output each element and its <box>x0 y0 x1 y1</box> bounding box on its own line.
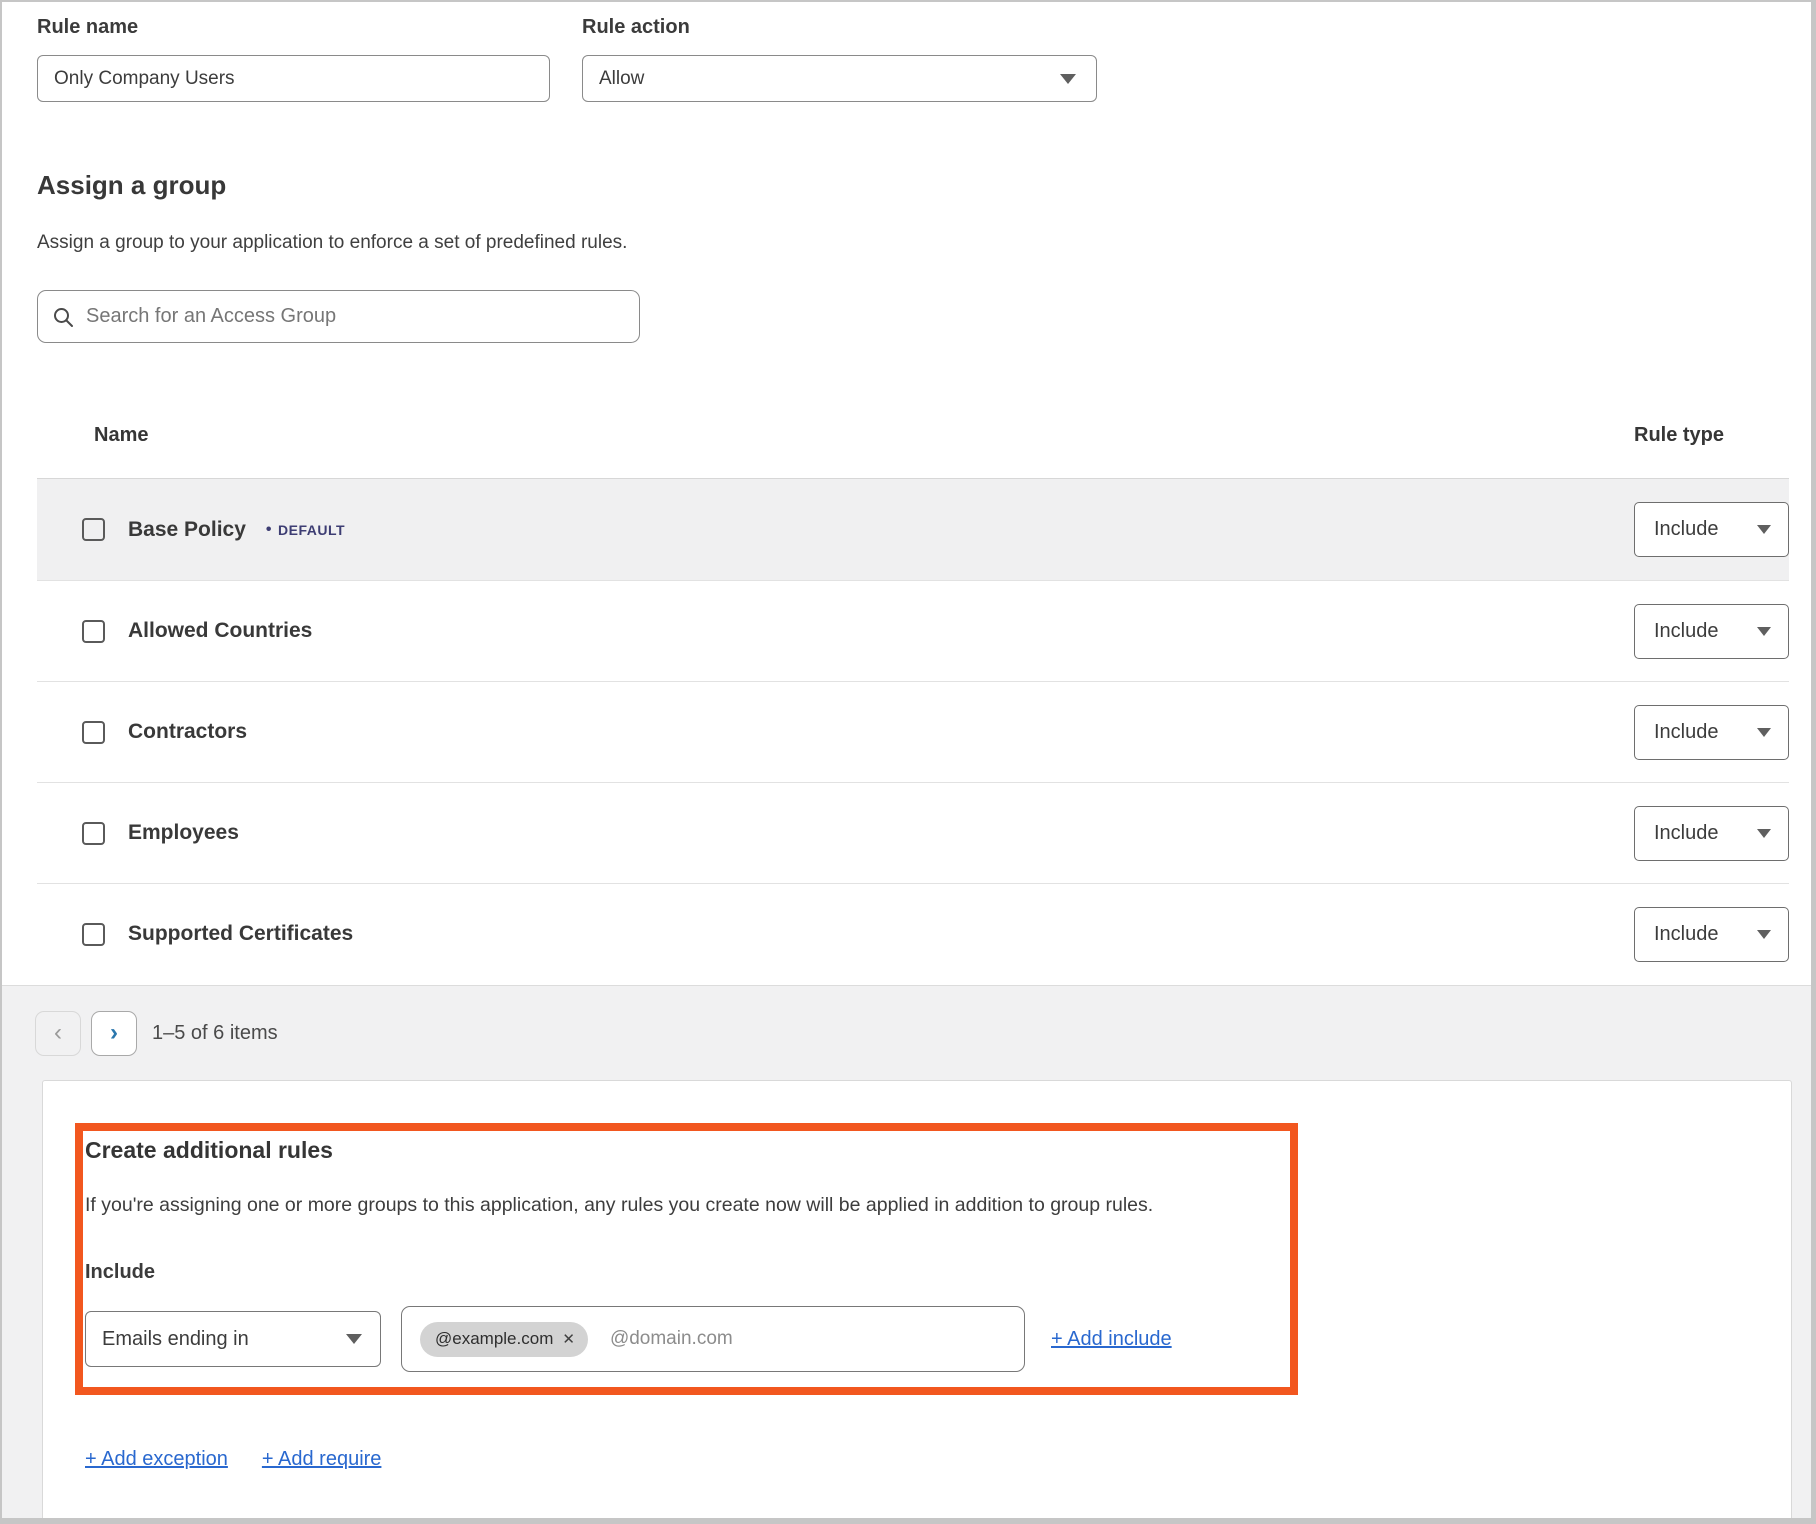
condition-type-select[interactable]: Emails ending in <box>85 1311 381 1367</box>
email-domain-chip: @example.com ✕ <box>420 1322 588 1357</box>
rule-form-row: Rule name Rule action Allow <box>37 16 1097 102</box>
domain-entry-field[interactable] <box>610 1328 1008 1350</box>
rule-type-dropdown[interactable]: Include <box>1634 907 1789 962</box>
rule-type-value: Include <box>1654 822 1719 845</box>
rule-type-dropdown[interactable]: Include <box>1634 806 1789 861</box>
rule-action-label: Rule action <box>582 16 1097 39</box>
row-checkbox[interactable] <box>82 518 105 541</box>
remove-chip-icon[interactable]: ✕ <box>562 1332 575 1347</box>
add-exception-link[interactable]: + Add exception <box>85 1448 228 1471</box>
rule-name-field-group: Rule name <box>37 16 550 102</box>
create-rules-card: Create additional rules If you're assign… <box>42 1080 1792 1524</box>
rule-action-field-group: Rule action Allow <box>582 16 1097 102</box>
table-header: Name Rule type <box>37 392 1789 479</box>
chevron-down-icon <box>1757 627 1771 636</box>
search-input[interactable] <box>86 305 625 328</box>
default-badge: • DEFAULT <box>266 521 345 539</box>
rule-type-dropdown[interactable]: Include <box>1634 604 1789 659</box>
default-badge-label: DEFAULT <box>278 522 345 538</box>
include-section-label: Include <box>85 1261 1791 1284</box>
bullet-icon: • <box>266 521 272 539</box>
row-checkbox[interactable] <box>82 620 105 643</box>
assign-group-title: Assign a group <box>37 170 226 201</box>
rule-type-value: Include <box>1654 923 1719 946</box>
create-rules-description: If you're assigning one or more groups t… <box>85 1194 1265 1217</box>
chevron-down-icon <box>1757 829 1771 838</box>
rule-action-select[interactable]: Allow <box>582 55 1097 102</box>
row-checkbox[interactable] <box>82 923 105 946</box>
chevron-down-icon <box>346 1334 362 1344</box>
add-include-link[interactable]: + Add include <box>1051 1328 1172 1351</box>
row-name: Base Policy <box>128 518 246 542</box>
pagination-bar: ‹ › 1–5 of 6 items <box>2 985 1811 1080</box>
previous-page-button[interactable]: ‹ <box>35 1011 81 1056</box>
table-row-base-policy: Base Policy • DEFAULT Include <box>37 479 1789 580</box>
rule-type-value: Include <box>1654 620 1719 643</box>
include-rule-row: Emails ending in @example.com ✕ + Add in… <box>85 1306 1791 1372</box>
assign-group-description: Assign a group to your application to en… <box>37 232 627 254</box>
bottom-region: Create additional rules If you're assign… <box>2 1080 1811 1520</box>
row-name: Allowed Countries <box>128 619 312 643</box>
row-checkbox[interactable] <box>82 721 105 744</box>
row-name: Contractors <box>128 720 247 744</box>
column-header-rule-type: Rule type <box>1634 424 1724 447</box>
condition-type-value: Emails ending in <box>102 1328 249 1351</box>
rule-name-label: Rule name <box>37 16 550 39</box>
chevron-left-icon: ‹ <box>54 1021 62 1045</box>
rule-action-value: Allow <box>599 68 644 90</box>
next-page-button[interactable]: › <box>91 1011 137 1056</box>
chip-label: @example.com <box>435 1329 553 1349</box>
footer-links-row: + Add exception + Add require <box>85 1448 1791 1471</box>
row-checkbox[interactable] <box>82 822 105 845</box>
rule-type-dropdown[interactable]: Include <box>1634 502 1789 557</box>
table-row-allowed-countries: Allowed Countries Include <box>37 580 1789 681</box>
chevron-down-icon <box>1757 525 1771 534</box>
chevron-down-icon <box>1757 930 1771 939</box>
table-row-supported-certificates: Supported Certificates Include <box>37 883 1789 984</box>
access-group-search[interactable] <box>37 290 640 343</box>
chevron-down-icon <box>1060 74 1076 84</box>
create-rules-title: Create additional rules <box>85 1137 1791 1164</box>
rule-type-dropdown[interactable]: Include <box>1634 705 1789 760</box>
chevron-right-icon: › <box>110 1021 118 1045</box>
email-domains-input[interactable]: @example.com ✕ <box>401 1306 1025 1372</box>
search-icon <box>52 306 74 328</box>
table-row-contractors: Contractors Include <box>37 681 1789 782</box>
chevron-down-icon <box>1757 728 1771 737</box>
add-require-link[interactable]: + Add require <box>262 1448 382 1471</box>
column-header-name: Name <box>94 424 148 447</box>
rule-name-input[interactable] <box>37 55 550 102</box>
access-rule-form-page: Rule name Rule action Allow Assign a gro… <box>0 0 1816 1524</box>
rule-type-value: Include <box>1654 518 1719 541</box>
rule-type-value: Include <box>1654 721 1719 744</box>
row-name: Employees <box>128 821 239 845</box>
access-group-table: Name Rule type Base Policy • DEFAULT Inc… <box>37 392 1789 984</box>
row-name: Supported Certificates <box>128 922 353 946</box>
pagination-status: 1–5 of 6 items <box>152 1022 278 1045</box>
table-row-employees: Employees Include <box>37 782 1789 883</box>
